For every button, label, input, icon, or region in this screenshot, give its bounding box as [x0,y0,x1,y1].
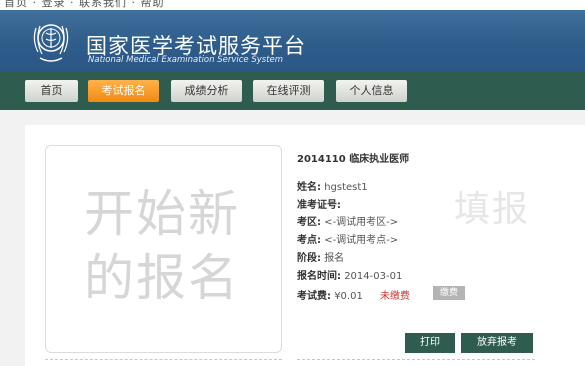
start-new-registration-button[interactable]: 开始新 的报名 [45,145,282,353]
nav-exam-registration[interactable]: 考试报名 [88,80,159,102]
top-strip-text: 首页 · 登录 · 联系我们 · 帮助 [4,0,165,9]
status-watermark: 填报 [454,189,531,230]
field-value: 2014-03-01 [344,271,403,282]
site-header: 国家医学考试服务平台 National Medical Examination … [0,10,585,72]
field-name: 姓名: hgstest1 [297,178,368,193]
nav-personal-info[interactable]: 个人信息 [336,80,407,102]
start-new-line1: 开始新 [84,185,240,243]
field-label: 考点: [297,235,321,246]
main-nav: 首页 考试报名 成绩分析 在线评测 个人信息 [0,72,585,110]
medical-emblem-icon [33,24,69,62]
divider-right [297,359,535,360]
nav-score-analysis[interactable]: 成绩分析 [171,80,242,102]
field-exam-fee: 考试费: ¥0.01 未缴费 [297,287,410,302]
site-subtitle: National Medical Examination Service Sys… [88,55,284,65]
divider-left [45,359,282,360]
top-strip: 首页 · 登录 · 联系我们 · 帮助 [0,0,585,10]
fee-status-badge: 未缴费 [380,291,411,302]
field-ticket-number: 准考证号: [297,196,341,211]
field-exam-region: 考区: <-调试用考区-> [297,213,398,228]
pay-button[interactable]: 缴费 [433,286,465,300]
print-button[interactable]: 打印 [405,333,455,353]
field-exam-site: 考点: <-调试用考点-> [297,231,398,246]
field-value: <-调试用考点-> [324,235,399,246]
field-value: <-调试用考区-> [324,217,399,228]
nav-home[interactable]: 首页 [25,80,78,102]
field-label: 考区: [297,217,321,228]
field-value: hgstest1 [324,182,368,193]
field-label: 考试费: [297,291,331,302]
field-registration-time: 报名时间: 2014-03-01 [297,267,402,282]
nav-online-assessment[interactable]: 在线评测 [253,80,324,102]
field-label: 报名时间: [297,271,341,282]
field-stage: 阶段: 报名 [297,249,344,264]
cancel-registration-button[interactable]: 放弃报考 [461,333,533,353]
field-value: 报名 [324,253,345,264]
field-label: 阶段: [297,253,321,264]
field-value: ¥0.01 [334,291,363,302]
field-label: 姓名: [297,182,321,193]
start-new-registration-text: 开始新 的报名 [84,182,254,310]
start-new-line2: 的报名 [84,249,240,307]
exam-title: 2014110 临床执业医师 [297,154,410,165]
field-label: 准考证号: [297,200,341,211]
